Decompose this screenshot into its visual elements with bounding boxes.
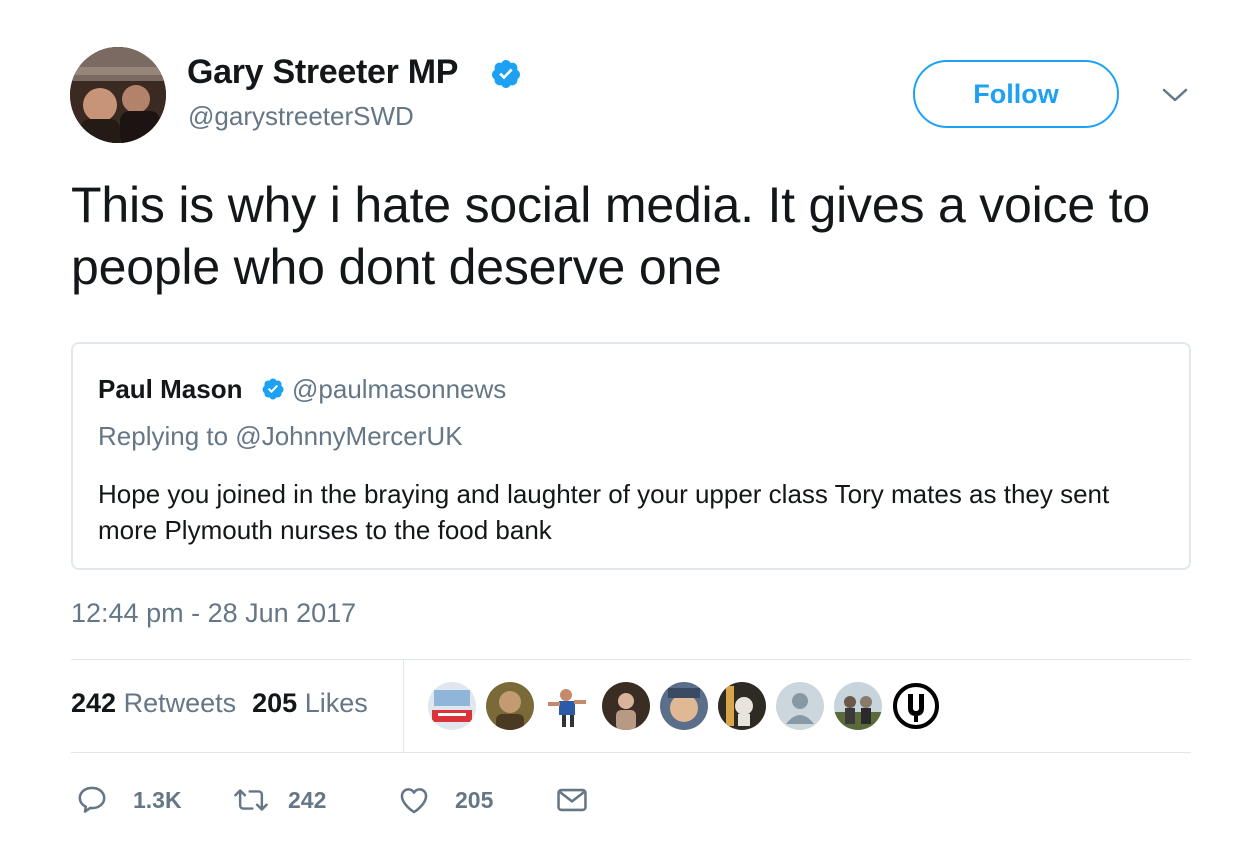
verified-badge-icon (491, 60, 520, 88)
likes-label: Likes (304, 688, 368, 718)
verified-badge-icon (262, 378, 284, 400)
divider (403, 659, 404, 753)
direct-message-button[interactable] (555, 780, 589, 820)
tweet-text: This is why i hate social media. It give… (71, 177, 1150, 295)
liker-avatar[interactable] (602, 682, 650, 730)
liker-avatar[interactable] (718, 682, 766, 730)
author-name[interactable]: Gary Streeter MP (187, 53, 458, 92)
chevron-down-icon[interactable] (1160, 84, 1190, 106)
retweets-stat[interactable]: 242 Retweets (71, 688, 236, 718)
engagement-stats: 242 Retweets 205 Likes (71, 688, 368, 719)
liker-avatar[interactable] (892, 682, 940, 730)
reply-button[interactable]: 1.3K (75, 780, 182, 820)
retweet-button[interactable]: 242 (232, 780, 326, 820)
retweets-label: Retweets (123, 688, 237, 718)
author-avatar[interactable] (70, 47, 166, 143)
liker-avatar[interactable] (660, 682, 708, 730)
reply-count: 1.3K (133, 786, 182, 813)
quoted-tweet-text: Hope you joined in the braying and laugh… (98, 479, 1110, 545)
action-bar: 1.3K 242 205 (75, 780, 675, 820)
author-handle[interactable]: @garystreeterSWD (188, 101, 414, 132)
divider (71, 659, 1191, 660)
liker-avatar[interactable] (776, 682, 824, 730)
replying-to: Replying to @JohnnyMercerUK (98, 421, 463, 451)
retweet-count: 242 (288, 786, 327, 813)
retweet-icon (234, 789, 268, 811)
like-count: 205 (455, 786, 494, 813)
liker-avatar[interactable] (428, 682, 476, 730)
reply-icon (78, 786, 106, 813)
follow-button[interactable]: Follow (913, 60, 1119, 128)
liker-avatar[interactable] (486, 682, 534, 730)
retweets-count: 242 (71, 688, 117, 718)
tweet-timestamp[interactable]: 12:44 pm - 28 Jun 2017 (71, 598, 356, 629)
quoted-author-handle: @paulmasonnews (292, 374, 507, 404)
like-icon (400, 788, 428, 814)
like-button[interactable]: 205 (397, 780, 493, 820)
quoted-author-name: Paul Mason (98, 374, 243, 404)
liker-avatar[interactable] (834, 682, 882, 730)
likes-count: 205 (252, 688, 298, 718)
quoted-tweet[interactable]: Paul Mason @paulmasonnews Replying to @J… (71, 342, 1191, 570)
divider (71, 752, 1191, 753)
likes-stat[interactable]: 205 Likes (252, 688, 368, 718)
message-icon (557, 788, 587, 812)
liker-avatar[interactable] (544, 682, 592, 730)
